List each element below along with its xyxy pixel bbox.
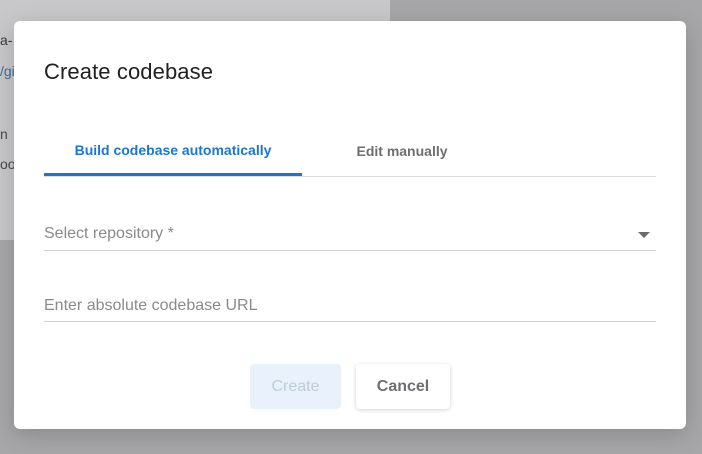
codebase-url-field [44, 277, 656, 322]
create-codebase-dialog: Create codebase Build codebase automatic… [14, 21, 686, 429]
app-screen: a- /gi n oo Create codebase Build codeba… [0, 0, 702, 454]
background-link-fragment: /gi [0, 63, 15, 79]
tab-edit-manually[interactable]: Edit manually [302, 126, 502, 175]
tab-build-codebase-automatically[interactable]: Build codebase automatically [44, 126, 302, 176]
repository-select-placeholder: Select repository * [44, 225, 174, 242]
background-text-fragment: a- [0, 32, 13, 48]
dialog-title: Create codebase [44, 59, 214, 84]
cancel-button[interactable]: Cancel [356, 364, 450, 409]
chevron-down-icon[interactable] [638, 232, 650, 238]
repository-select[interactable]: Select repository * [44, 206, 656, 251]
background-text-fragment: n [0, 126, 8, 142]
create-button[interactable]: Create [250, 364, 341, 409]
codebase-url-input[interactable] [44, 295, 656, 317]
tab-bar: Build codebase automatically Edit manual… [44, 126, 656, 177]
